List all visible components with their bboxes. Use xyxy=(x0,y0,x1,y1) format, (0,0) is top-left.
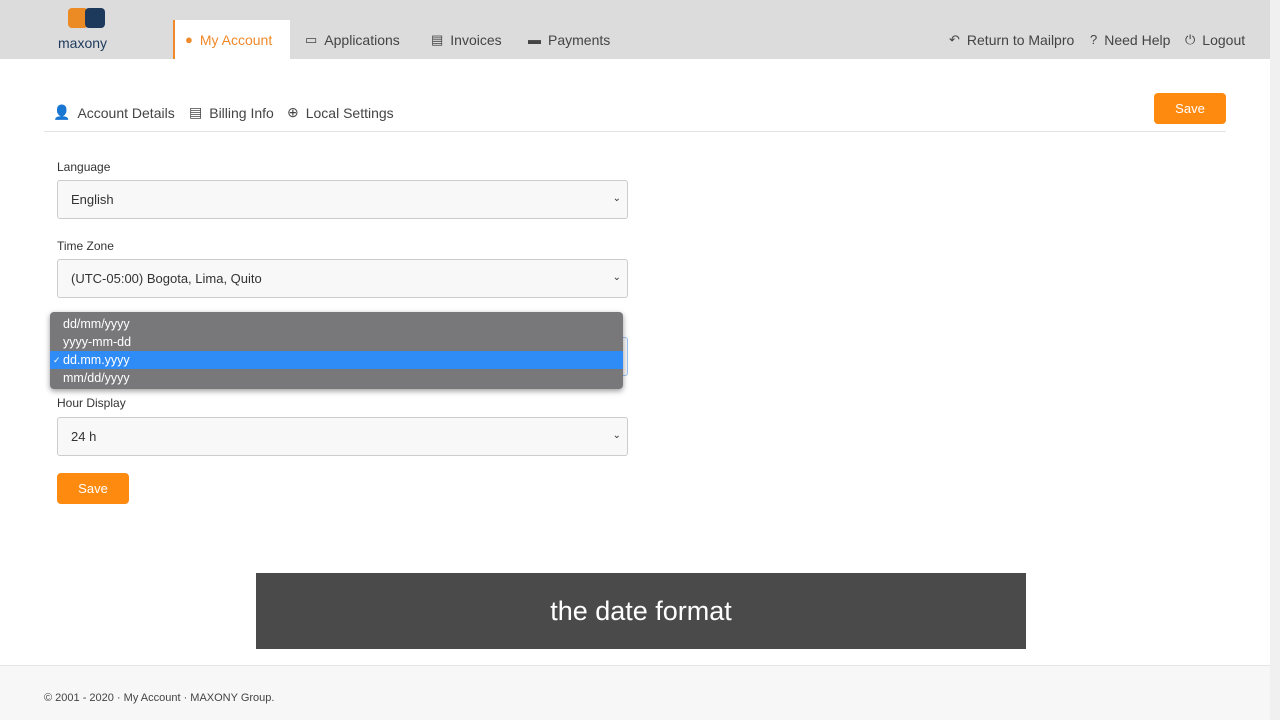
user-edit-icon: 👤 xyxy=(53,104,71,120)
date-format-dropdown: dd/mm/yyyy yyyy-mm-dd ✓ dd.mm.yyyy mm/dd/… xyxy=(50,312,623,389)
timezone-select[interactable]: (UTC-05:00) Bogota, Lima, Quito ⌄ xyxy=(57,259,628,298)
date-option[interactable]: yyyy-mm-dd xyxy=(50,333,623,351)
timezone-label: Time Zone xyxy=(57,239,114,253)
copyright: © 2001 - 2020 · My Account · MAXONY Grou… xyxy=(44,692,275,704)
chevron-down-icon: ⌄ xyxy=(612,430,621,441)
subnav-local-settings[interactable]: ⊕ Local Settings xyxy=(287,104,394,121)
save-button[interactable]: Save xyxy=(57,473,129,504)
hour-display-select[interactable]: 24 h ⌄ xyxy=(57,417,628,456)
language-select[interactable]: English ⌄ xyxy=(57,180,628,219)
maxony-logo[interactable]: maxony xyxy=(58,8,118,52)
logout-link[interactable]: ⏻ Logout xyxy=(1185,20,1245,59)
return-to-mailpro-link[interactable]: ↶ Return to Mailpro xyxy=(949,20,1074,59)
tab-payments[interactable]: ▬ Payments xyxy=(528,20,610,59)
check-icon: ✓ xyxy=(53,355,61,365)
tab-my-account[interactable]: ● My Account xyxy=(173,20,291,59)
date-option[interactable]: dd/mm/yyyy xyxy=(50,315,623,333)
need-help-link[interactable]: ? Need Help xyxy=(1090,20,1170,59)
date-option[interactable]: mm/dd/yyyy xyxy=(50,369,623,387)
video-caption: the date format xyxy=(256,573,1026,649)
user-circle-icon: ● xyxy=(185,32,193,47)
document-icon: ▤ xyxy=(431,31,444,47)
top-save-button[interactable]: Save xyxy=(1154,93,1226,124)
credit-card-icon: ▬ xyxy=(528,32,541,47)
subnav-billing-info[interactable]: ▤ Billing Info xyxy=(189,104,274,121)
globe-icon: ⊕ xyxy=(287,104,299,120)
reply-icon: ↶ xyxy=(949,31,960,47)
tab-invoices[interactable]: ▤ Invoices xyxy=(431,20,502,59)
subnav-account-details[interactable]: 👤 Account Details xyxy=(53,104,175,121)
hour-display-label: Hour Display xyxy=(57,396,126,410)
date-option-selected[interactable]: ✓ dd.mm.yyyy xyxy=(50,351,623,369)
chevron-down-icon: ⌄ xyxy=(612,272,621,283)
question-icon: ? xyxy=(1090,32,1098,47)
footer: © 2001 - 2020 · My Account · MAXONY Grou… xyxy=(0,665,1270,720)
scrollbar[interactable] xyxy=(1270,0,1280,720)
monitor-icon: ▭ xyxy=(305,31,318,47)
divider xyxy=(44,131,1226,132)
tab-applications[interactable]: ▭ Applications xyxy=(305,20,400,59)
power-icon: ⏻ xyxy=(1185,31,1196,47)
receipt-icon: ▤ xyxy=(189,104,203,120)
chevron-down-icon: ⌄ xyxy=(612,193,621,204)
language-label: Language xyxy=(57,160,111,174)
